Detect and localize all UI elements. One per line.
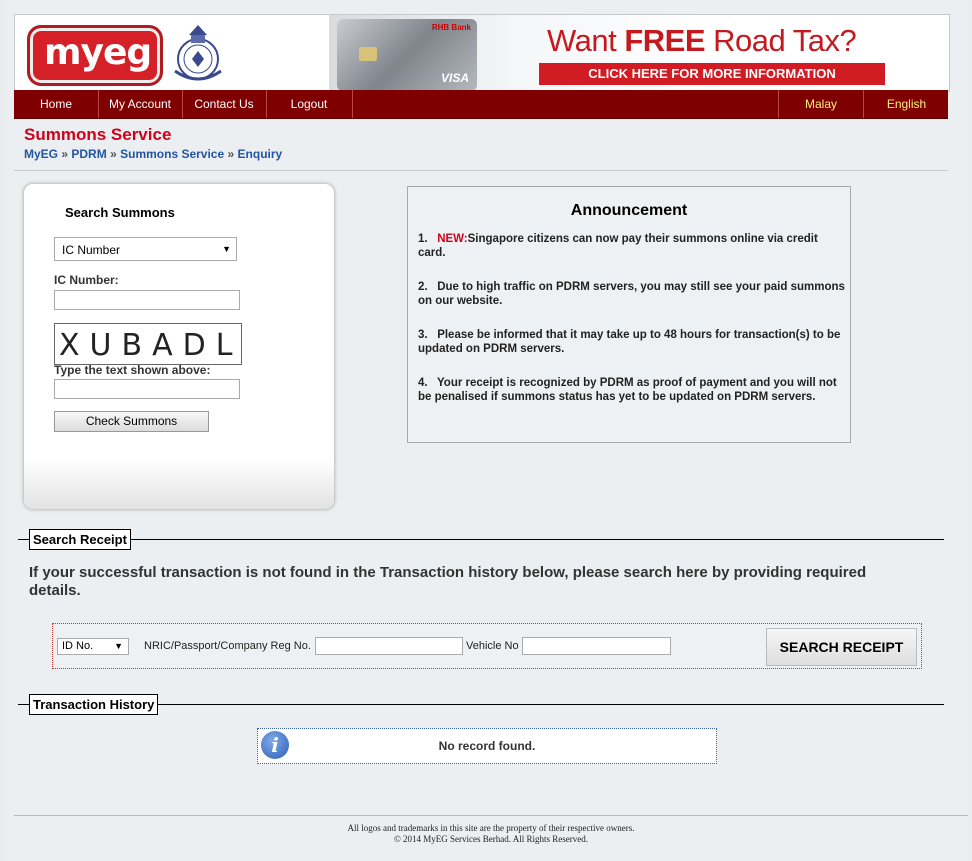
road-tax-banner[interactable]: RHB Bank VISA Want FREE Road Tax? CLICK … [329,15,949,91]
footer-copyright: © 2014 MyEG Services Berhad. All Rights … [393,834,589,844]
announcement-num: 2. [418,281,428,293]
announcement-text: Singapore citizens can now pay their sum… [418,233,818,259]
nric-label: NRIC/Passport/Company Reg No. [144,640,311,652]
captcha-image: XUBADL [54,323,242,365]
myeg-logo[interactable]: myeg [27,25,163,86]
announcement-item: 2. Due to high traffic on PDRM servers, … [418,280,846,308]
ic-number-input[interactable] [54,290,240,310]
footer-trademark: All logos and trademarks in this site ar… [347,823,635,833]
nav-home[interactable]: Home [14,90,99,118]
logo-text: myeg [44,32,152,73]
divider [14,170,948,171]
lang-english[interactable]: English [863,90,949,118]
card-brand-label: VISA [440,71,469,85]
announcement-item: 3. Please be informed that it may take u… [418,328,846,356]
announcement-text: Due to high traffic on PDRM servers, you… [418,281,845,307]
credit-card-image: RHB Bank VISA [337,19,477,91]
vehicle-no-label: Vehicle No [466,640,519,652]
announcement-text: Please be informed that it may take up t… [418,329,841,355]
banner-prefix: Want [547,23,625,58]
page-title: Summons Service [24,125,172,144]
captcha-label: Type the text shown above: [54,363,211,377]
nric-input[interactable] [315,637,463,655]
search-receipt-instructions: If your successful transaction is not fo… [29,564,867,599]
receipt-id-type-select[interactable]: ID No. ▼ [57,638,129,655]
breadcrumb-summons-service[interactable]: Summons Service [120,147,224,161]
page: myeg RHB Bank VISA Want FREE Road Tax? C… [4,0,968,861]
breadcrumb-separator: » [110,147,117,161]
announcement-num: 1. [418,233,428,245]
breadcrumb: MyEG » PDRM » Summons Service » Enquiry [24,147,282,161]
banner-highlight: FREE [624,23,706,58]
breadcrumb-separator: » [61,147,69,161]
no-record-message: No record found. [438,739,536,753]
chevron-down-icon: ▼ [114,641,123,651]
captcha-input[interactable] [54,379,240,399]
nav-my-account[interactable]: My Account [98,90,183,118]
new-badge: NEW: [437,233,468,245]
announcement-num: 3. [418,329,428,341]
captcha-text: XUBADL [59,328,243,363]
announcement-text: Your receipt is recognized by PDRM as pr… [418,377,837,403]
card-chip-icon [359,47,377,61]
lang-malay[interactable]: Malay [778,90,863,118]
main-nav: Home My Account Contact Us Logout Malay … [14,90,948,119]
id-type-selected: IC Number [62,243,121,257]
search-summons-panel: Search Summons IC Number ▼ IC Number: XU… [23,183,335,510]
footer: All logos and trademarks in this site ar… [14,815,968,845]
breadcrumb-separator: » [227,147,235,161]
banner-cta-button[interactable]: CLICK HERE FOR MORE INFORMATION [539,63,885,85]
header-banner: myeg RHB Bank VISA Want FREE Road Tax? C… [14,14,950,92]
logo-area: myeg [15,15,329,91]
breadcrumb-pdrm[interactable]: PDRM [71,147,106,161]
search-receipt-button[interactable]: SEARCH RECEIPT [766,628,917,666]
pdrm-crest-icon [174,25,222,81]
card-bank-label: RHB Bank [431,23,471,32]
announcement-panel: Announcement 1. NEW:Singapore citizens c… [407,186,851,443]
check-summons-button[interactable]: Check Summons [54,411,209,432]
no-record-notice: i No record found. [257,728,717,764]
search-receipt-form: ID No. ▼ NRIC/Passport/Company Reg No. V… [52,623,922,669]
search-receipt-legend: Search Receipt [29,529,131,550]
panel-footer-gradient [24,459,334,509]
search-summons-title: Search Summons [65,205,175,220]
id-type-select[interactable]: IC Number ▼ [54,237,237,261]
receipt-id-type-selected: ID No. [62,640,94,652]
nav-logout[interactable]: Logout [266,90,353,118]
nav-contact-us[interactable]: Contact Us [182,90,267,118]
chevron-down-icon: ▼ [222,244,231,254]
vehicle-no-input[interactable] [522,637,671,655]
transaction-history-legend: Transaction History [29,694,159,715]
ic-number-label: IC Number: [54,273,119,287]
announcement-item: 1. NEW:Singapore citizens can now pay th… [418,232,846,260]
search-receipt-rule [18,539,944,540]
banner-suffix: Road Tax? [705,23,857,58]
announcement-item: 4. Your receipt is recognized by PDRM as… [418,376,846,404]
breadcrumb-enquiry[interactable]: Enquiry [238,147,283,161]
banner-headline: Want FREE Road Tax? [547,23,857,59]
announcement-title: Announcement [570,202,688,219]
announcement-num: 4. [418,377,428,389]
breadcrumb-myeg[interactable]: MyEG [24,147,58,161]
